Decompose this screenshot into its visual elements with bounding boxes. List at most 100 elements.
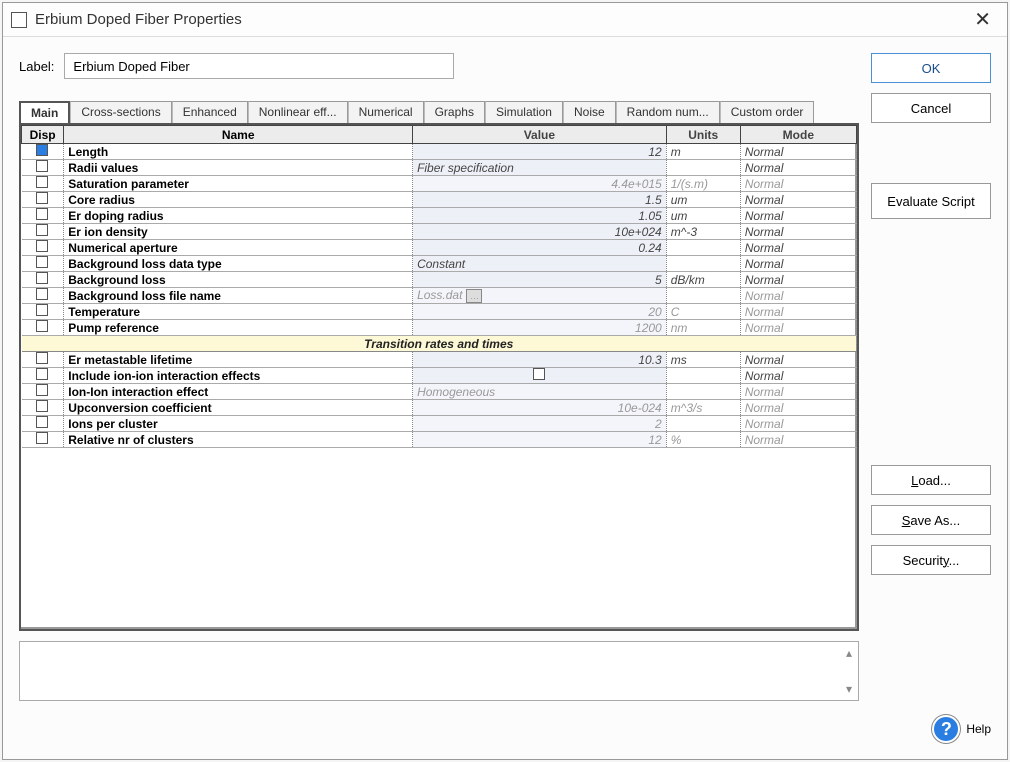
col-header-disp[interactable]: Disp bbox=[22, 126, 64, 144]
mode-cell[interactable]: Normal bbox=[740, 144, 856, 160]
col-header-value[interactable]: Value bbox=[413, 126, 667, 144]
units-cell[interactable]: C bbox=[666, 304, 740, 320]
units-cell[interactable]: m bbox=[666, 144, 740, 160]
security-button[interactable]: Security... bbox=[871, 545, 991, 575]
disp-checkbox[interactable] bbox=[36, 288, 48, 300]
help-label[interactable]: Help bbox=[966, 722, 991, 736]
tab-numerical[interactable]: Numerical bbox=[348, 101, 424, 123]
tab-custom-order[interactable]: Custom order bbox=[720, 101, 815, 123]
value-cell[interactable]: 10.3 bbox=[413, 352, 667, 368]
disp-checkbox[interactable] bbox=[36, 416, 48, 428]
units-cell[interactable]: m^3/s bbox=[666, 400, 740, 416]
tab-cross-sections[interactable]: Cross-sections bbox=[70, 101, 171, 123]
disp-checkbox[interactable] bbox=[36, 320, 48, 332]
value-cell[interactable]: 1.05 bbox=[413, 208, 667, 224]
disp-cell[interactable] bbox=[22, 368, 64, 384]
disp-cell[interactable] bbox=[22, 400, 64, 416]
disp-checkbox[interactable] bbox=[36, 352, 48, 364]
tab-random-num-[interactable]: Random num... bbox=[616, 101, 720, 123]
value-cell[interactable]: Constant bbox=[413, 256, 667, 272]
mode-cell[interactable]: Normal bbox=[740, 256, 856, 272]
value-cell[interactable]: 4.4e+015 bbox=[413, 176, 667, 192]
disp-cell[interactable] bbox=[22, 224, 64, 240]
units-cell[interactable]: ms bbox=[666, 352, 740, 368]
value-cell[interactable]: Loss.dat… bbox=[413, 288, 667, 304]
mode-cell[interactable]: Normal bbox=[740, 176, 856, 192]
disp-cell[interactable] bbox=[22, 144, 64, 160]
load-button[interactable]: Load... bbox=[871, 465, 991, 495]
disp-checkbox[interactable] bbox=[36, 400, 48, 412]
cancel-button[interactable]: Cancel bbox=[871, 93, 991, 123]
mode-cell[interactable]: Normal bbox=[740, 208, 856, 224]
disp-checkbox[interactable] bbox=[36, 432, 48, 444]
ok-button[interactable]: OK bbox=[871, 53, 991, 83]
value-cell[interactable]: 5 bbox=[413, 272, 667, 288]
disp-checkbox[interactable] bbox=[36, 192, 48, 204]
disp-checkbox[interactable] bbox=[36, 384, 48, 396]
units-cell[interactable]: m^-3 bbox=[666, 224, 740, 240]
value-cell[interactable]: Fiber specification bbox=[413, 160, 667, 176]
mode-cell[interactable]: Normal bbox=[740, 160, 856, 176]
units-cell[interactable]: % bbox=[666, 432, 740, 448]
tab-noise[interactable]: Noise bbox=[563, 101, 616, 123]
disp-checkbox[interactable] bbox=[36, 144, 48, 156]
disp-cell[interactable] bbox=[22, 160, 64, 176]
col-header-units[interactable]: Units bbox=[666, 126, 740, 144]
disp-cell[interactable] bbox=[22, 416, 64, 432]
tab-nonlinear-eff-[interactable]: Nonlinear eff... bbox=[248, 101, 348, 123]
mode-cell[interactable]: Normal bbox=[740, 368, 856, 384]
disp-cell[interactable] bbox=[22, 192, 64, 208]
value-cell[interactable]: 10e+024 bbox=[413, 224, 667, 240]
value-cell[interactable]: 12 bbox=[413, 432, 667, 448]
mode-cell[interactable]: Normal bbox=[740, 224, 856, 240]
disp-checkbox[interactable] bbox=[36, 160, 48, 172]
mode-cell[interactable]: Normal bbox=[740, 240, 856, 256]
value-cell[interactable]: 1200 bbox=[413, 320, 667, 336]
disp-checkbox[interactable] bbox=[36, 368, 48, 380]
disp-cell[interactable] bbox=[22, 432, 64, 448]
value-cell[interactable]: 0.24 bbox=[413, 240, 667, 256]
value-cell[interactable]: 12 bbox=[413, 144, 667, 160]
disp-cell[interactable] bbox=[22, 176, 64, 192]
mode-cell[interactable]: Normal bbox=[740, 400, 856, 416]
mode-cell[interactable]: Normal bbox=[740, 288, 856, 304]
tab-simulation[interactable]: Simulation bbox=[485, 101, 563, 123]
disp-cell[interactable] bbox=[22, 208, 64, 224]
disp-cell[interactable] bbox=[22, 240, 64, 256]
disp-cell[interactable] bbox=[22, 288, 64, 304]
col-header-mode[interactable]: Mode bbox=[740, 126, 856, 144]
units-cell[interactable]: um bbox=[666, 208, 740, 224]
units-cell[interactable]: 1/(s.m) bbox=[666, 176, 740, 192]
col-header-name[interactable]: Name bbox=[64, 126, 413, 144]
save-as-button[interactable]: Save As... bbox=[871, 505, 991, 535]
tab-enhanced[interactable]: Enhanced bbox=[172, 101, 248, 123]
mode-cell[interactable]: Normal bbox=[740, 272, 856, 288]
value-cell[interactable]: Homogeneous bbox=[413, 384, 667, 400]
mode-cell[interactable]: Normal bbox=[740, 192, 856, 208]
mode-cell[interactable]: Normal bbox=[740, 432, 856, 448]
value-cell[interactable] bbox=[413, 368, 667, 384]
value-cell[interactable]: 1.5 bbox=[413, 192, 667, 208]
disp-checkbox[interactable] bbox=[36, 176, 48, 188]
value-cell[interactable]: 20 bbox=[413, 304, 667, 320]
disp-cell[interactable] bbox=[22, 352, 64, 368]
disp-cell[interactable] bbox=[22, 256, 64, 272]
units-cell[interactable]: dB/km bbox=[666, 272, 740, 288]
help-icon[interactable]: ? bbox=[932, 715, 960, 743]
mode-cell[interactable]: Normal bbox=[740, 416, 856, 432]
disp-checkbox[interactable] bbox=[36, 208, 48, 220]
browse-button[interactable]: … bbox=[466, 289, 482, 303]
disp-checkbox[interactable] bbox=[36, 304, 48, 316]
mode-cell[interactable]: Normal bbox=[740, 384, 856, 400]
units-cell[interactable]: nm bbox=[666, 320, 740, 336]
value-cell[interactable]: 10e-024 bbox=[413, 400, 667, 416]
disp-checkbox[interactable] bbox=[36, 256, 48, 268]
disp-checkbox[interactable] bbox=[36, 224, 48, 236]
mode-cell[interactable]: Normal bbox=[740, 320, 856, 336]
scroll-up-icon[interactable]: ▴ bbox=[842, 646, 856, 660]
value-cell[interactable]: 2 bbox=[413, 416, 667, 432]
close-icon[interactable]: ✕ bbox=[966, 3, 999, 36]
disp-cell[interactable] bbox=[22, 272, 64, 288]
disp-checkbox[interactable] bbox=[36, 240, 48, 252]
mode-cell[interactable]: Normal bbox=[740, 352, 856, 368]
